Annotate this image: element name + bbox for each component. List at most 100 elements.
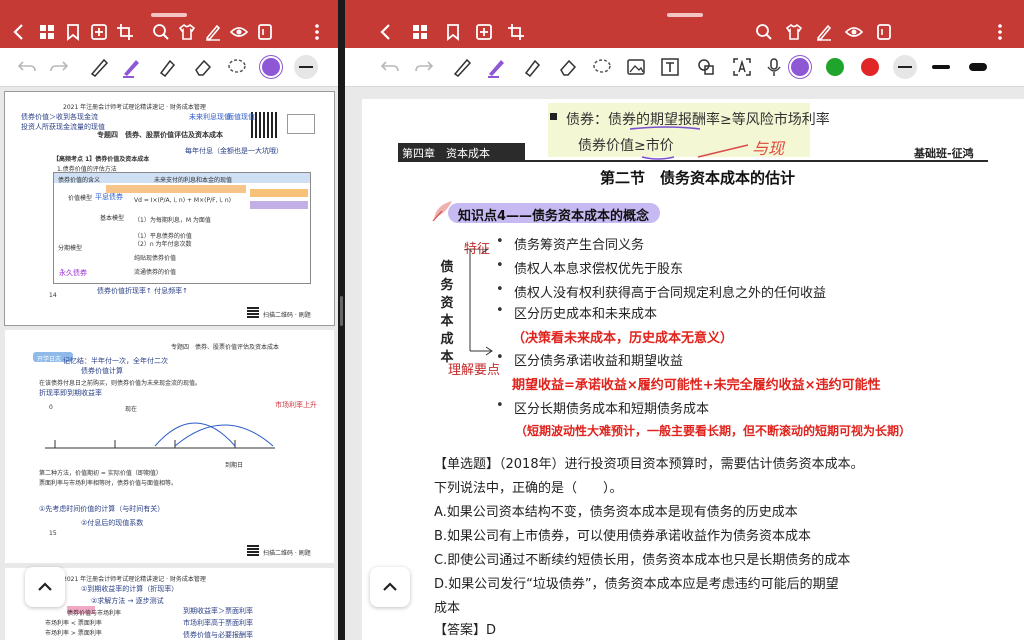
chevron-up-icon [38,582,52,591]
document-icon[interactable] [252,19,278,45]
thumb-header: 2021 年注册会计师考试理论精讲速记 · 财务成本管理 [63,104,206,111]
knowledge-point-title: 知识点4——债务资本成本的概念 [458,209,650,224]
purple-color-swatch[interactable] [262,58,280,76]
search-icon[interactable] [751,19,777,45]
left-drag-handle[interactable] [151,13,187,17]
document-icon[interactable] [871,19,897,45]
purple-pen-icon[interactable] [483,54,509,80]
thick-stroke-swatch[interactable] [969,63,987,71]
thumb-table-cell: 分期模型 [58,245,83,252]
add-page-icon[interactable] [471,19,497,45]
thumb-page-number: 14 [49,292,57,299]
eraser-icon[interactable] [555,54,581,80]
highlighter-icon[interactable] [154,54,180,80]
text-box-icon[interactable] [657,54,683,80]
search-icon[interactable] [148,19,174,45]
redo-icon[interactable] [411,54,437,80]
vertical-title-char: 成 [440,332,454,347]
header-right-label: 基础班-征鸿 [914,147,974,160]
microphone-icon[interactable] [761,54,787,80]
shapes-icon[interactable] [693,54,719,80]
pen-icon[interactable] [449,54,475,80]
divider-grip[interactable] [340,296,343,326]
back-icon[interactable] [6,19,32,45]
grid-view-icon[interactable] [407,19,433,45]
image-icon[interactable] [623,54,649,80]
thumb-footer: 扫描二维码 · 刷题 [263,312,311,319]
highlighter-icon[interactable] [519,54,545,80]
redo-icon[interactable] [46,54,72,80]
thumb-table-cell: 基本模型 [100,215,125,222]
purple-color-swatch[interactable] [791,58,809,76]
vertical-title-char: 本 [440,314,454,329]
scroll-to-top-button[interactable] [370,567,410,607]
medium-stroke-swatch[interactable] [932,65,950,69]
lasso-icon[interactable] [589,54,615,80]
bookmark-icon[interactable] [440,19,466,45]
thumb-line: 在该债券付息日之前购买，则债券价值为未来现金流的现值。 [39,380,202,387]
right-tool-bar [345,48,1024,87]
page-thumbnail-2[interactable]: 专题四 债券、股票价值评估及资本成本 开学日志 记忆结：半年付一次，全年付二次 … [5,330,334,563]
right-app-bar [345,0,1024,48]
undo-icon[interactable] [377,54,403,80]
eye-icon[interactable] [226,19,252,45]
right-drag-handle[interactable] [666,13,703,17]
split-divider[interactable] [338,0,345,640]
bookmark-icon[interactable] [60,19,86,45]
pen-icon[interactable] [86,54,112,80]
thin-stroke-swatch[interactable] [893,55,917,79]
thumb-line: 流通债券的价值 [134,269,177,276]
document-page[interactable]: 债券：债券的期望报酬率≥等风险市场利率 债券价值≥市价 与现 第四章 资本成本 … [362,99,1024,640]
thumb-line: 市场利率 > 票面利率 [45,630,102,637]
red-note: 期望收益=承诺收益×履约可能性+未完全履约收益×违约可能性 [512,378,881,393]
undo-icon[interactable] [14,54,40,80]
eraser-icon[interactable] [190,54,216,80]
scroll-to-top-button[interactable] [25,567,65,607]
handwriting-icon[interactable] [811,19,837,45]
red-note: （短期波动性大难预计，一般主要看长期，但不断滚动的短期可视为长期） [515,424,912,438]
thumb-table-cell: 未来支付的利息和本金的现值 [154,177,233,184]
ocr-icon[interactable] [729,54,755,80]
qr-code-icon [247,544,259,556]
bullet-item: 债权人没有权利获得高于合同规定利息之外的任何收益 [496,282,826,301]
qr-code-icon [247,306,259,318]
thumb-line: 票面利率与市场利率相等时，债券价值与面值相等。 [39,480,178,487]
thumb-section: 【高频考点 1】债券价值及资本成本 [53,156,150,163]
back-icon[interactable] [373,19,399,45]
more-icon[interactable] [304,19,330,45]
more-icon[interactable] [987,19,1013,45]
handwritten-note: 折现率即到期收益率 [39,389,102,397]
stroke-width-swatch[interactable] [294,55,318,79]
grid-view-icon[interactable] [34,19,60,45]
thumb-axis-label: 0 [49,404,53,411]
page-thumbnail-1[interactable]: 2021 年注册会计师考试理论精讲速记 · 财务成本管理 专题四 债券、股票价值… [4,91,335,326]
lasso-icon[interactable] [224,54,250,80]
handwritten-note: 每年付息（金额也是一大坑哦） [185,147,283,155]
handwritten-note: 未来利息现值 [189,113,231,121]
answer: 【答案】D [434,623,497,638]
shirt-icon[interactable] [781,19,807,45]
thumb-note-tag: 开学日志 [37,356,62,363]
eye-icon[interactable] [841,19,867,45]
bullet-item: 区分长期债务成本和短期债务成本 [496,398,709,417]
bullet-item: 债权人本息求偿权优先于股东 [496,258,683,277]
green-color-swatch[interactable] [826,58,844,76]
handwritten-note: 债券价值与必要报酬率 [183,631,253,639]
square-bullet-icon [550,113,557,120]
thumb-line: 纯贴现债券价值 [134,255,177,262]
thumb-header: 2021 年注册会计师考试理论精讲速记 · 财务成本管理 [63,576,206,583]
handwritten-note: ②付息后的现值系数 [81,519,144,527]
red-color-swatch[interactable] [861,58,879,76]
handwriting-icon[interactable] [200,19,226,45]
purple-pen-icon[interactable] [118,54,144,80]
bullet-item: 债务筹资产生合同义务 [496,234,644,253]
handwritten-note: 市场利率高于票面利率 [183,619,253,627]
shirt-icon[interactable] [174,19,200,45]
thumb-line: （1）为每期利息，M 为面值 [134,217,211,224]
handwritten-note: ①到期收益率的计算（折现率） [81,585,179,593]
add-page-icon[interactable] [86,19,112,45]
thumb-axis-label: 现在 [125,406,138,413]
bracket-arrows [464,249,493,356]
crop-icon[interactable] [112,19,138,45]
crop-icon[interactable] [503,19,529,45]
